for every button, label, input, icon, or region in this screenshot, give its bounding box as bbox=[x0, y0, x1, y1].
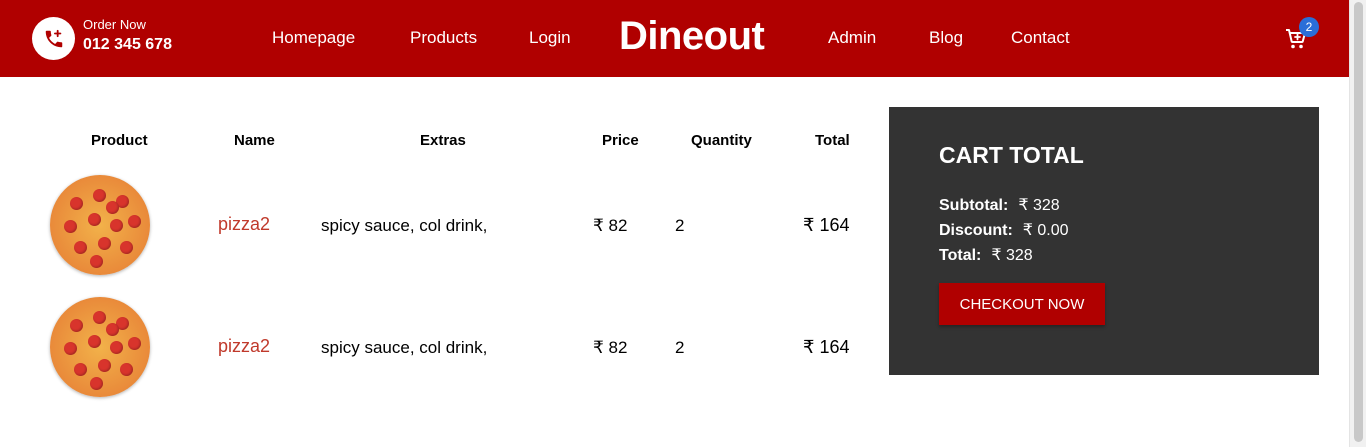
cart-total-panel: CART TOTAL Subtotal: ₹ 328 Discount: ₹ 0.0… bbox=[889, 107, 1319, 375]
product-name-link[interactable]: pizza2 bbox=[218, 336, 270, 357]
nav-contact[interactable]: Contact bbox=[1011, 28, 1070, 48]
extras-cell: spicy sauce, col drink, bbox=[321, 338, 488, 357]
pizza-image bbox=[50, 297, 150, 397]
cart-count-badge: 2 bbox=[1299, 17, 1319, 37]
total-label: Total: bbox=[939, 247, 982, 264]
quantity-cell: 2 bbox=[675, 216, 685, 235]
discount-value: ₹ 0.00 bbox=[1022, 222, 1069, 239]
subtotal-label: Subtotal: bbox=[939, 197, 1009, 214]
subtotal-value: ₹ 328 bbox=[1018, 197, 1060, 214]
navbar: Order Now 012 345 678 Homepage Products … bbox=[0, 0, 1349, 77]
header-product: Product bbox=[91, 132, 148, 149]
header-price: Price bbox=[602, 132, 639, 149]
total-value: ₹ 328 bbox=[991, 247, 1033, 264]
price-cell: ₹ 82 bbox=[593, 338, 628, 357]
nav-admin[interactable]: Admin bbox=[828, 28, 876, 48]
nav-products[interactable]: Products bbox=[410, 28, 477, 48]
header-extras: Extras bbox=[420, 132, 466, 149]
phone-plus-icon bbox=[45, 29, 62, 47]
total-cell: ₹ 164 bbox=[803, 215, 850, 235]
product-name-link[interactable]: pizza2 bbox=[218, 214, 270, 235]
discount-label: Discount: bbox=[939, 222, 1013, 239]
header-name: Name bbox=[234, 132, 275, 149]
call-button[interactable] bbox=[32, 17, 75, 60]
order-phone-number: 012 345 678 bbox=[83, 36, 172, 53]
brand-logo[interactable]: Dineout bbox=[619, 14, 765, 59]
total-cell: ₹ 164 bbox=[803, 337, 850, 357]
nav-blog[interactable]: Blog bbox=[929, 28, 963, 48]
checkout-now-button[interactable]: CHECKOUT NOW bbox=[939, 283, 1105, 325]
cart-total-title: CART TOTAL bbox=[939, 142, 1084, 168]
subtotal-line: Subtotal: ₹ 328 bbox=[939, 195, 1060, 215]
table-row: pizza2 spicy sauce, col drink, ₹ 82 2 ₹ … bbox=[40, 288, 870, 406]
header-quantity: Quantity bbox=[691, 132, 752, 149]
pizza-image bbox=[50, 175, 150, 275]
price-cell: ₹ 82 bbox=[593, 216, 628, 235]
header-total: Total bbox=[815, 132, 850, 149]
total-line: Total: ₹ 328 bbox=[939, 245, 1033, 265]
order-now-label: Order Now bbox=[83, 17, 146, 32]
quantity-cell: 2 bbox=[675, 338, 685, 357]
nav-login[interactable]: Login bbox=[529, 28, 571, 48]
nav-homepage[interactable]: Homepage bbox=[272, 28, 355, 48]
page-scrollbar[interactable] bbox=[1349, 0, 1366, 447]
extras-cell: spicy sauce, col drink, bbox=[321, 216, 488, 235]
discount-line: Discount: ₹ 0.00 bbox=[939, 220, 1069, 240]
table-row: pizza2 spicy sauce, col drink, ₹ 82 2 ₹ … bbox=[40, 166, 870, 284]
order-now: Order Now 012 345 678 bbox=[83, 17, 172, 54]
scrollbar-thumb[interactable] bbox=[1354, 2, 1363, 442]
